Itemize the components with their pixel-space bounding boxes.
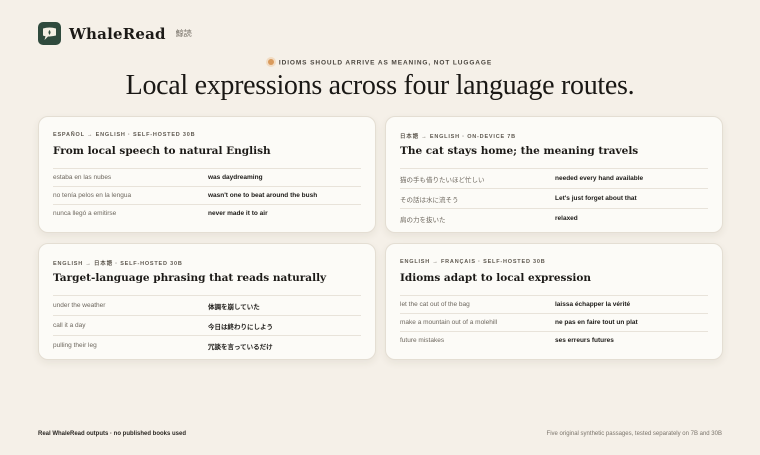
idiom-target: relaxed [555,215,578,222]
idiom-target: ses erreurs futures [555,337,614,344]
idiom-source: call it a day [53,322,86,329]
idiom-target: 体調を崩していた [208,303,260,311]
idiom-target: wasn't one to beat around the bush [208,192,318,199]
idiom-row: pulling their leg 冗談を言っているだけ [53,335,361,355]
route-card-en-ja: ENGLISH → 日本語 · SELF-HOSTED 30B Target-l… [38,243,376,360]
idiom-target: Let's just forget about that [555,195,637,202]
idiom-source: nunca llegó a emitirse [53,210,117,217]
idiom-list: under the weather 体調を崩していた call it a day… [53,295,361,355]
idiom-target: needed every hand available [555,175,644,182]
eyebrow-text: IDIOMS SHOULD ARRIVE AS MEANING, NOT LUG… [278,59,493,67]
route-card-en-fr: ENGLISH → FRANÇAIS · SELF-HOSTED 30B Idi… [385,243,723,360]
idiom-row: 肩の力を抜いた relaxed [400,208,708,228]
route-card-ja-en: 日本語 → ENGLISH · ON-DEVICE 7B The cat sta… [385,116,723,233]
footer-note: Real WhaleRead outputs · no published bo… [38,431,187,437]
idiom-target: laissa échapper la vérité [555,301,631,308]
idiom-source: let the cat out of the bag [400,301,470,308]
idiom-list: estaba en las nubes was daydreaming no t… [53,168,361,222]
idiom-row: 猫の手も借りたいほど忙しい needed every hand availabl… [400,168,708,188]
idiom-row: nunca llegó a emitirse never made it to … [53,204,361,222]
idiom-row: call it a day 今日は終わりにしよう [53,315,361,335]
accent-dot-icon [267,59,274,65]
idiom-source: estaba en las nubes [53,174,112,181]
card-title: Idioms adapt to local expression [400,272,592,284]
idiom-row: make a mountain out of a molehill ne pas… [400,313,708,331]
card-meta: ENGLISH → 日本語 · SELF-HOSTED 30B [53,261,183,267]
eyebrow: IDIOMS SHOULD ARRIVE AS MEANING, NOT LUG… [0,59,760,67]
idiom-list: let the cat out of the bag laissa échapp… [400,295,708,349]
idiom-target: 今日は終わりにしよう [208,323,273,331]
logo [38,22,61,45]
speech-bubble-icon [43,27,56,40]
idiom-target: was daydreaming [208,174,263,181]
card-meta: ENGLISH → FRANÇAIS · SELF-HOSTED 30B [400,259,546,265]
idiom-target: ne pas en faire tout un plat [555,319,638,326]
idiom-source: under the weather [53,302,106,309]
idiom-row: その話は水に流そう Let's just forget about that [400,188,708,208]
card-title: Target-language phrasing that reads natu… [53,272,327,284]
brand-name: WhaleRead [69,24,166,43]
idiom-row: under the weather 体調を崩していた [53,295,361,315]
brand-subtitle: 鯨読 [175,29,192,38]
idiom-source: その話は水に流そう [400,196,459,204]
idiom-list: 猫の手も借りたいほど忙しい needed every hand availabl… [400,168,708,228]
idiom-row: future mistakes ses erreurs futures [400,331,708,349]
footer-caption: Five original synthetic passages, tested… [546,431,722,437]
idiom-row: let the cat out of the bag laissa échapp… [400,295,708,313]
card-meta: 日本語 → ENGLISH · ON-DEVICE 7B [400,134,516,140]
idiom-source: future mistakes [400,337,445,344]
idiom-source: 猫の手も借りたいほど忙しい [400,176,485,184]
idiom-row: no tenía pelos en la lengua wasn't one t… [53,186,361,204]
brand: WhaleRead 鯨読 [38,22,192,45]
card-title: From local speech to natural English [53,145,271,157]
card-title: The cat stays home; the meaning travels [400,145,639,157]
idiom-target: never made it to air [208,210,268,217]
idiom-row: estaba en las nubes was daydreaming [53,168,361,186]
idiom-source: no tenía pelos en la lengua [53,192,132,199]
idiom-source: pulling their leg [53,342,97,349]
page-title: Local expressions across four language r… [125,70,635,101]
route-card-es-en: ESPAÑOL → ENGLISH · SELF-HOSTED 30B From… [38,116,376,233]
card-meta: ESPAÑOL → ENGLISH · SELF-HOSTED 30B [53,132,196,138]
idiom-source: 肩の力を抜いた [400,216,446,224]
idiom-source: make a mountain out of a molehill [400,319,498,326]
idiom-target: 冗談を言っているだけ [208,343,273,351]
